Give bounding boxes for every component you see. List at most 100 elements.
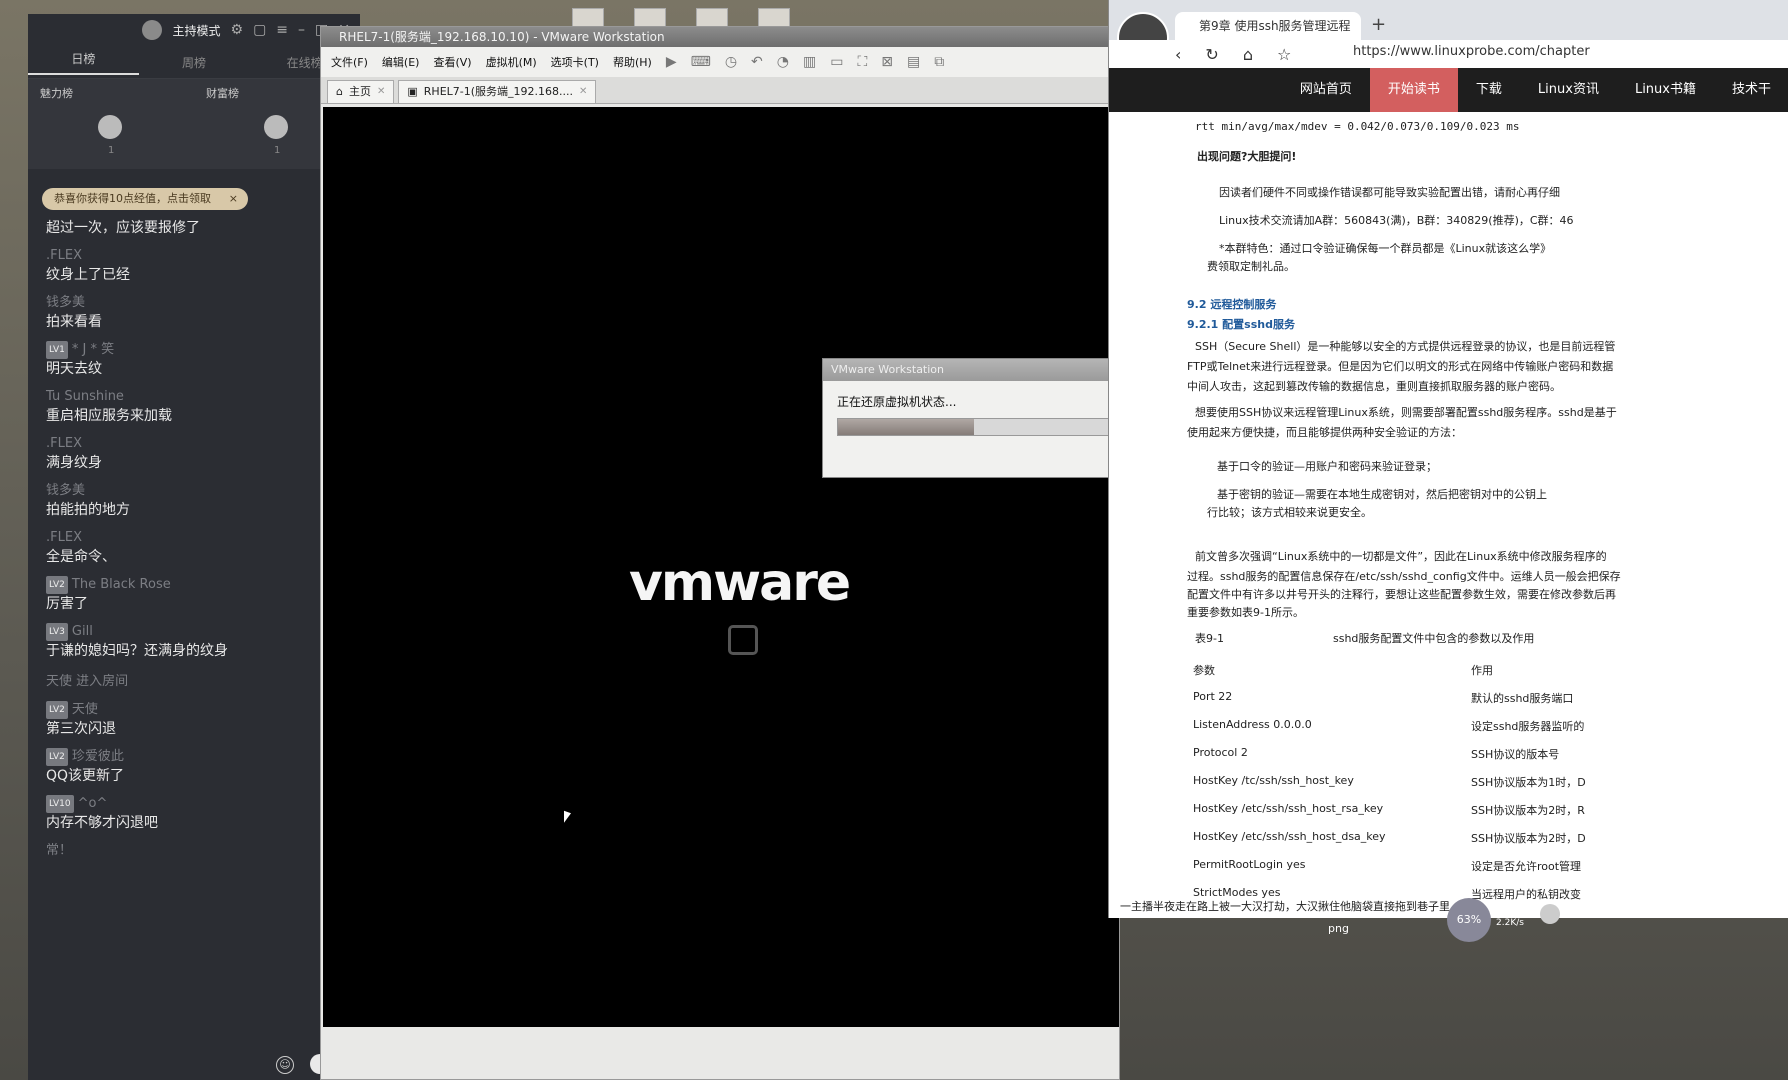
file-type-label: png: [1328, 922, 1349, 935]
section-heading: 9.2 远程控制服务: [1187, 298, 1277, 311]
tab-home[interactable]: ⌂ 主页 ✕: [327, 80, 395, 103]
host-mode-label[interactable]: 主持模式: [172, 22, 220, 39]
message-user-row[interactable]: LV2 The Black Rose: [46, 576, 346, 594]
browser-tab[interactable]: 第9章 使用ssh服务管理远程主机 ✕: [1175, 12, 1361, 61]
bookmark-star-icon[interactable]: ☆: [1277, 45, 1291, 64]
message-user-row[interactable]: LV1 * J * 笑: [46, 341, 346, 359]
paragraph: SSH（Secure Shell）是一种能够以安全的方式提供远程登录的协议，也是…: [1195, 340, 1616, 353]
address-bar-row: ‹ ↻ ⌂ ☆ https://www.linuxprobe.com/chapt…: [1109, 40, 1788, 68]
avatar[interactable]: [98, 115, 122, 139]
level-badge: LV2: [46, 576, 68, 594]
message-user[interactable]: .FLEX: [46, 247, 346, 265]
status-bar: [321, 1027, 1119, 1079]
paragraph: 重要参数如表9-1所示。: [1187, 606, 1304, 619]
tab-daily[interactable]: 日榜: [28, 50, 139, 75]
nav-news[interactable]: Linux资讯: [1520, 68, 1617, 112]
menu-file[interactable]: 文件(F): [331, 54, 368, 70]
menu-help[interactable]: 帮助(H): [613, 54, 652, 70]
network-speed: 20.3K/s 2.2K/s: [1496, 904, 1530, 930]
host-avatar[interactable]: [142, 20, 163, 40]
table-row: PermitRootLogin yes 设定是否允许root管理: [1193, 858, 1788, 886]
close-icon[interactable]: ×: [229, 188, 238, 210]
column-header: 参数: [1193, 664, 1215, 677]
snapshot-manager-icon[interactable]: ◔: [777, 54, 789, 70]
table-cell: 当远程用户的私钥改变: [1471, 888, 1581, 901]
settings-icon[interactable]: ⚙: [231, 22, 244, 38]
tab-label: RHEL7-1(服务端_192.168....: [423, 85, 574, 98]
nav-download[interactable]: 下载: [1458, 68, 1520, 112]
table-cell: PermitRootLogin yes: [1193, 858, 1306, 871]
menu-icon[interactable]: ≡: [276, 22, 288, 38]
live-chat-panel: 主持模式 ⚙ ▢ ≡ – □ ✕ 日榜 周榜 在线榜 魅力榜 1 财富榜 1 恭…: [28, 14, 360, 1080]
menu-vm[interactable]: 虚拟机(M): [486, 54, 537, 70]
message-user: Gill: [71, 624, 93, 639]
cpu-usage-badge[interactable]: 63%: [1447, 898, 1491, 942]
url-input[interactable]: https://www.linuxprobe.com/chapter: [1353, 44, 1590, 59]
fullscreen-icon[interactable]: ⛶: [857, 54, 867, 70]
paragraph: 因读者们硬件不同或操作错误都可能导致实验配置出错，请耐心再仔细: [1219, 186, 1560, 199]
message-user[interactable]: Tu Sunshine: [46, 388, 346, 406]
reward-notice[interactable]: 恭喜你获得10点经值，点击领取 ×: [42, 188, 248, 210]
message-text: 厉害了: [46, 596, 88, 612]
table-cell: SSH协议版本为1时，D: [1471, 776, 1586, 789]
stretch-icon[interactable]: ⧉: [934, 54, 944, 70]
menu-edit[interactable]: 编辑(E): [382, 54, 420, 70]
table-title: sshd服务配置文件中包含的参数以及作用: [1333, 632, 1535, 645]
back-icon[interactable]: ‹: [1175, 45, 1181, 64]
message-user-row[interactable]: LV2 天使: [46, 701, 346, 719]
menu-view[interactable]: 查看(V): [433, 54, 471, 70]
vmware-window: RHEL7-1(服务端_192.168.10.10) - VMware Work…: [320, 26, 1120, 1080]
new-tab-icon[interactable]: +: [1371, 14, 1386, 35]
table-cell: 设定sshd服务器监听的: [1471, 720, 1585, 733]
console-icon[interactable]: ▤: [907, 54, 920, 70]
reload-icon[interactable]: ↻: [1205, 45, 1218, 64]
charm-rank-label: 魅力榜: [40, 87, 73, 100]
message-user[interactable]: 钱多美: [46, 482, 346, 500]
send-keys-icon[interactable]: ⌨: [691, 54, 711, 70]
snapshot-icon[interactable]: ◷: [725, 54, 737, 70]
message-text: 超过一次，应该要报修了: [46, 220, 200, 236]
tab-weekly[interactable]: 周榜: [139, 54, 250, 71]
nav-books[interactable]: Linux书籍: [1617, 68, 1714, 112]
close-icon[interactable]: ✕: [579, 81, 587, 103]
list-item: LV1 * J * 笑 明天去纹: [46, 341, 346, 379]
paragraph: 使用起来方便快捷，而且能够提供两种安全验证的方法：: [1187, 426, 1462, 439]
rank-board: 魅力榜 1 财富榜 1: [28, 79, 360, 169]
home-icon[interactable]: ⌂: [1243, 45, 1253, 64]
message-user[interactable]: 钱多美: [46, 294, 346, 312]
play-icon[interactable]: ▶: [666, 54, 677, 70]
table-cell: ListenAddress 0.0.0.0: [1193, 718, 1312, 731]
message-text: 拍能拍的地方: [46, 502, 130, 518]
message-user[interactable]: 常！: [46, 842, 346, 860]
emoji-icon[interactable]: ☺: [276, 1056, 294, 1074]
message-user[interactable]: .FLEX: [46, 529, 346, 547]
message-user[interactable]: .FLEX: [46, 435, 346, 453]
news-ticker[interactable]: 一主播半夜走在路上被一大汉打劫，大汉揪住他脑袋直接拖到巷子里...: [1120, 898, 1460, 914]
table-header: 参数 作用: [1193, 662, 1788, 690]
list-item: LV3 Gill 于谦的媳妇吗？还满身的纹身: [46, 623, 346, 661]
table-row: HostKey /etc/ssh/ssh_host_dsa_key SSH协议版…: [1193, 830, 1788, 858]
window-icon[interactable]: ▢: [253, 22, 266, 38]
close-icon[interactable]: ✕: [377, 81, 385, 103]
nav-tech[interactable]: 技术干: [1714, 68, 1788, 112]
message-user-row[interactable]: LV3 Gill: [46, 623, 346, 641]
charm-rank[interactable]: 魅力榜 1: [28, 79, 194, 169]
nav-home[interactable]: 网站首页: [1282, 68, 1370, 112]
tray-app-icon[interactable]: [1540, 904, 1560, 924]
unity-icon[interactable]: ⊠: [881, 54, 893, 70]
menu-tabs[interactable]: 选项卡(T): [551, 54, 599, 70]
message-text: 明天去纹: [46, 361, 102, 377]
message-user-row[interactable]: LV2 珍爱彼此: [46, 748, 346, 766]
vm-console[interactable]: vmware: [323, 107, 1119, 1027]
thumbnail-icon[interactable]: ▭: [830, 54, 843, 70]
avatar[interactable]: [264, 115, 288, 139]
nav-read[interactable]: 开始读书: [1369, 68, 1458, 112]
tab-vm[interactable]: ▣ RHEL7-1(服务端_192.168.... ✕: [398, 80, 597, 103]
dialog-title: VMware Workstation: [823, 359, 1123, 381]
sidebar-toggle-icon[interactable]: ▥: [803, 54, 816, 70]
table-cell: HostKey /etc/ssh/ssh_host_dsa_key: [1193, 830, 1386, 843]
message-user-row[interactable]: LV10 ^o^: [46, 795, 346, 813]
revert-snapshot-icon[interactable]: ↶: [751, 54, 763, 70]
minimize-icon[interactable]: –: [298, 22, 305, 38]
level-badge: LV10: [46, 795, 74, 813]
